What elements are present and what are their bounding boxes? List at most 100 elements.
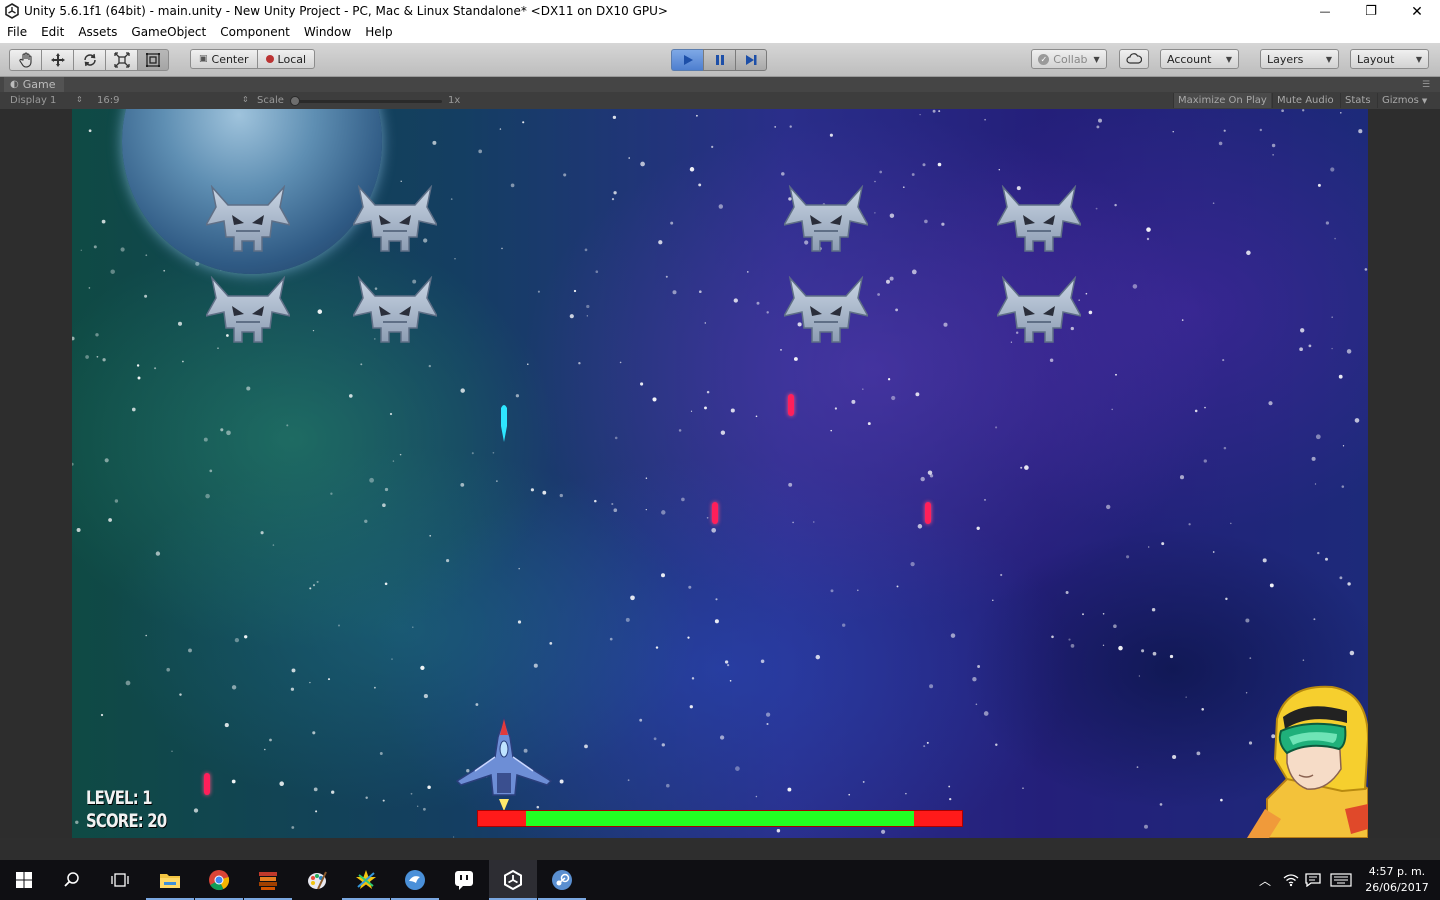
menu-gameobject[interactable]: GameObject xyxy=(124,23,213,43)
menu-file[interactable]: File xyxy=(0,23,34,43)
layout-dropdown[interactable]: Layout ▼ xyxy=(1350,49,1429,69)
star xyxy=(1230,522,1232,525)
taskbar-chrome[interactable] xyxy=(195,860,243,900)
display-dropdown[interactable]: Display 1 xyxy=(10,95,56,106)
mute-audio-toggle[interactable]: Mute Audio xyxy=(1272,93,1339,108)
network-status[interactable] xyxy=(1282,872,1300,888)
star xyxy=(231,779,236,784)
star xyxy=(1317,551,1320,555)
star xyxy=(1317,183,1321,187)
taskbar-clock[interactable]: 4:57 p. m. 26/06/2017 xyxy=(1360,864,1434,896)
step-button[interactable] xyxy=(735,49,767,71)
menu-assets[interactable]: Assets xyxy=(71,23,124,43)
star xyxy=(905,792,907,795)
taskbar-steam[interactable] xyxy=(538,860,586,900)
hand-tool-button[interactable] xyxy=(9,49,41,71)
star xyxy=(678,429,682,432)
star xyxy=(76,528,81,532)
star xyxy=(1020,466,1023,469)
taskbar-file-explorer[interactable] xyxy=(146,860,194,900)
star xyxy=(312,584,316,587)
game-viewport[interactable]: LEVEL: 1 SCORE: 20 xyxy=(72,109,1368,838)
taskbar-paint[interactable] xyxy=(293,860,341,900)
tab-strip xyxy=(0,77,1440,92)
chrome-icon xyxy=(209,870,230,891)
menu-help[interactable]: Help xyxy=(358,23,399,43)
star xyxy=(655,646,659,649)
rect-tool-button[interactable] xyxy=(137,49,169,71)
move-tool-button[interactable] xyxy=(41,49,73,71)
stats-toggle[interactable]: Stats xyxy=(1340,93,1376,108)
star xyxy=(661,743,665,747)
menu-window[interactable]: Window xyxy=(297,23,358,43)
star xyxy=(1114,203,1117,207)
star xyxy=(364,519,368,523)
rotate-tool-button[interactable] xyxy=(73,49,105,71)
touch-keyboard-button[interactable] xyxy=(1328,872,1354,888)
close-button[interactable]: ✕ xyxy=(1394,0,1440,23)
pivot-local-button[interactable]: Local xyxy=(256,49,316,69)
action-center-button[interactable] xyxy=(1304,872,1322,888)
star xyxy=(735,766,740,771)
scale-tool-button[interactable] xyxy=(105,49,137,71)
collab-dropdown[interactable]: ✓ Collab ▼ xyxy=(1031,49,1107,69)
star xyxy=(760,659,765,664)
star xyxy=(781,172,785,176)
pivot-center-button[interactable]: ▣ Center xyxy=(190,49,257,69)
star xyxy=(848,793,851,796)
scale-slider-handle[interactable] xyxy=(290,96,300,106)
star xyxy=(614,436,618,440)
taskbar-unity[interactable] xyxy=(489,860,537,900)
tab-game[interactable]: ◐ Game xyxy=(4,77,64,92)
menu-edit[interactable]: Edit xyxy=(34,23,71,43)
star xyxy=(1000,573,1003,577)
star xyxy=(609,637,613,641)
star xyxy=(471,452,474,455)
aspect-dropdown[interactable]: 16:9 xyxy=(97,95,119,106)
star xyxy=(911,173,915,176)
star xyxy=(595,270,599,273)
star xyxy=(93,245,97,249)
star xyxy=(992,599,994,602)
star xyxy=(867,422,871,426)
star xyxy=(658,240,663,245)
minimize-button[interactable]: — xyxy=(1302,0,1348,23)
menu-component[interactable]: Component xyxy=(213,23,297,43)
rotate-icon xyxy=(83,53,96,67)
show-hidden-icons-button[interactable]: ︿ xyxy=(1256,872,1274,888)
cloud-button[interactable] xyxy=(1119,49,1149,69)
maximize-on-play-toggle[interactable]: Maximize On Play xyxy=(1173,93,1271,108)
star xyxy=(1262,558,1267,563)
star xyxy=(1148,546,1150,548)
scale-slider-track[interactable] xyxy=(294,100,442,103)
taskbar-dolphin[interactable] xyxy=(391,860,439,900)
star xyxy=(578,362,581,365)
star xyxy=(231,685,237,690)
search-button[interactable] xyxy=(48,860,96,900)
star xyxy=(312,329,315,332)
star xyxy=(639,718,643,722)
star xyxy=(450,198,453,200)
star xyxy=(681,497,685,502)
star xyxy=(747,271,749,273)
start-button[interactable] xyxy=(0,860,48,900)
pause-button[interactable] xyxy=(703,49,735,71)
task-view-button[interactable] xyxy=(96,860,144,900)
account-dropdown[interactable]: Account ▼ xyxy=(1160,49,1239,69)
play-button[interactable] xyxy=(671,49,703,71)
star xyxy=(1346,349,1352,354)
taskbar-star-app[interactable] xyxy=(342,860,390,900)
layers-dropdown[interactable]: Layers ▼ xyxy=(1260,49,1339,69)
transform-tools xyxy=(9,49,169,71)
star xyxy=(891,395,896,401)
star xyxy=(711,527,717,533)
playback-controls xyxy=(671,49,767,71)
tab-menu-icon[interactable]: ☰ xyxy=(1422,80,1434,90)
star xyxy=(1245,618,1250,623)
star xyxy=(706,516,709,519)
gizmos-dropdown[interactable]: Gizmos ▼ xyxy=(1377,93,1437,108)
restore-button[interactable]: ❐ xyxy=(1348,0,1394,23)
taskbar-chat-app[interactable] xyxy=(440,860,488,900)
star xyxy=(1172,754,1177,760)
taskbar-app-books[interactable] xyxy=(244,860,292,900)
